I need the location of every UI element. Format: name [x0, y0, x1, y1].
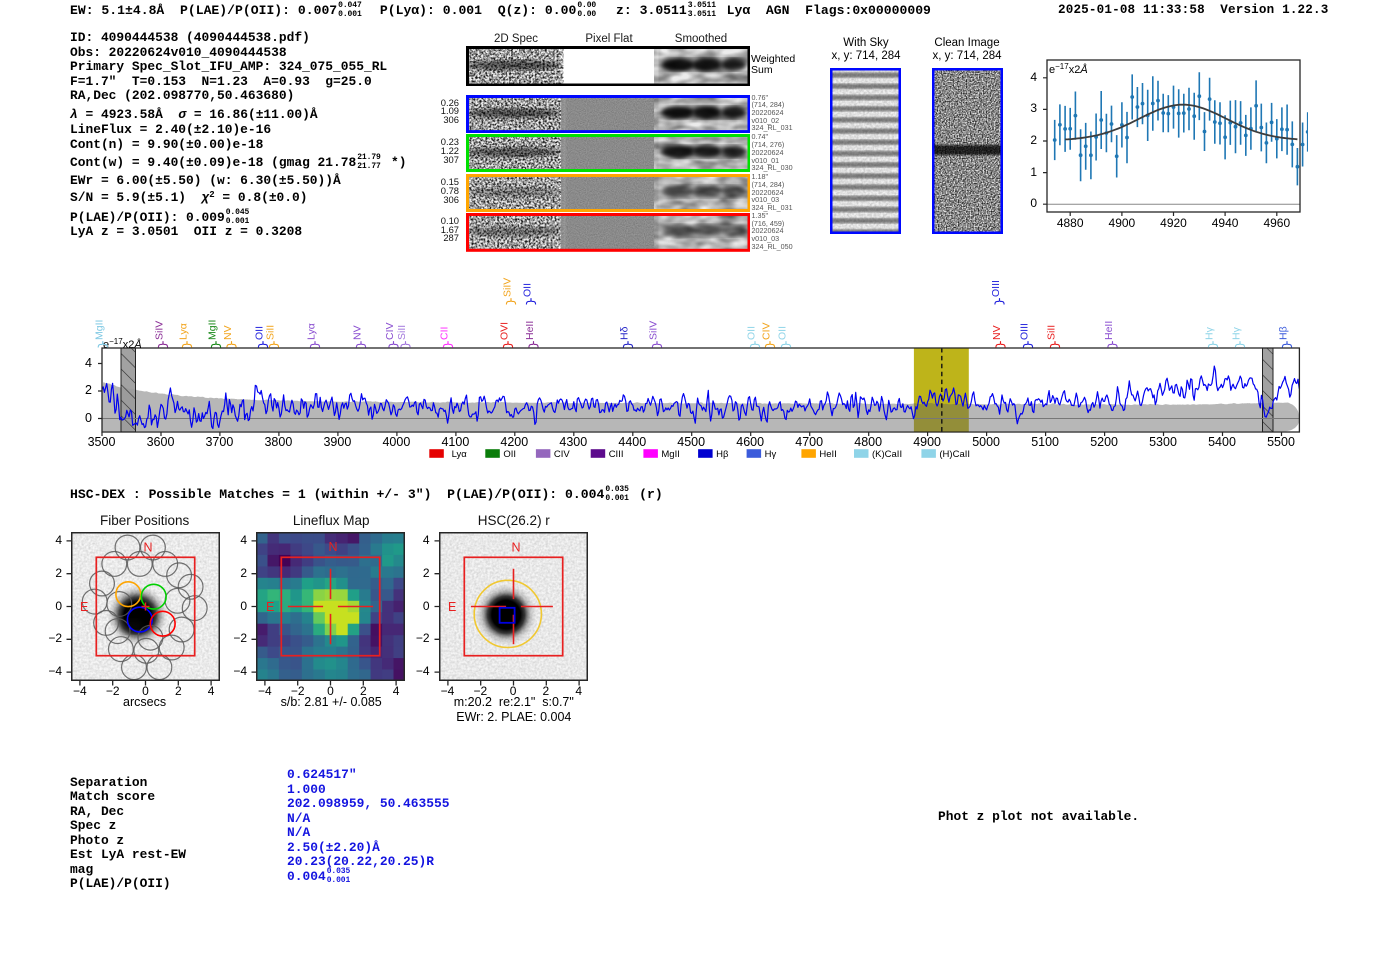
svg-text:MgII: MgII — [661, 449, 679, 460]
svg-text:N: N — [329, 540, 338, 554]
svg-text:Lyα: Lyα — [452, 449, 468, 460]
svg-text:SiII: SiII — [1046, 325, 1058, 340]
svg-text:Hγ: Hγ — [1231, 326, 1243, 340]
svg-text:Hγ: Hγ — [765, 449, 777, 460]
svg-text:CII: CII — [439, 327, 451, 340]
svg-text:Hδ: Hδ — [619, 326, 631, 340]
svg-text:N: N — [144, 541, 153, 555]
svg-text:SiIV: SiIV — [154, 321, 166, 340]
svg-text:(H)CaII: (H)CaII — [939, 449, 970, 460]
svg-text:SiIV: SiIV — [648, 321, 660, 340]
svg-text:E: E — [80, 600, 88, 614]
svg-text:OVI: OVI — [499, 322, 511, 340]
svg-text:MgII: MgII — [207, 320, 219, 340]
svg-text:CIV: CIV — [554, 449, 571, 460]
svg-text:HeII: HeII — [1103, 321, 1115, 340]
svg-text:E: E — [448, 600, 456, 614]
svg-text:OIII: OIII — [1019, 323, 1031, 340]
svg-text:MgII: MgII — [93, 320, 105, 340]
svg-text:HeII: HeII — [819, 449, 836, 460]
svg-text:OII: OII — [522, 283, 534, 297]
svg-text:Hγ: Hγ — [1204, 326, 1216, 340]
svg-text:Lyα: Lyα — [306, 323, 318, 340]
svg-text:NV: NV — [352, 325, 364, 340]
svg-text:OII: OII — [746, 326, 758, 340]
svg-text:SiII: SiII — [396, 325, 408, 340]
svg-text:(K)CaII: (K)CaII — [872, 449, 902, 460]
svg-text:N: N — [511, 541, 520, 555]
svg-text:CIII: CIII — [609, 449, 624, 460]
svg-text:OII: OII — [777, 326, 789, 340]
svg-text:E: E — [266, 600, 274, 614]
svg-text:Hβ: Hβ — [1278, 326, 1290, 340]
svg-text:SiIV: SiIV — [502, 278, 514, 297]
svg-text:CIV: CIV — [384, 322, 396, 340]
svg-text:Hβ: Hβ — [716, 449, 729, 460]
svg-text:OIII: OIII — [990, 280, 1002, 297]
svg-text:OII: OII — [503, 449, 516, 460]
svg-text:CIV: CIV — [761, 322, 773, 340]
svg-text:SiII: SiII — [265, 325, 277, 340]
svg-text:NV: NV — [991, 325, 1003, 340]
svg-text:NV: NV — [222, 325, 234, 340]
svg-text:Lyα: Lyα — [178, 323, 190, 340]
svg-text:HeII: HeII — [524, 321, 536, 340]
